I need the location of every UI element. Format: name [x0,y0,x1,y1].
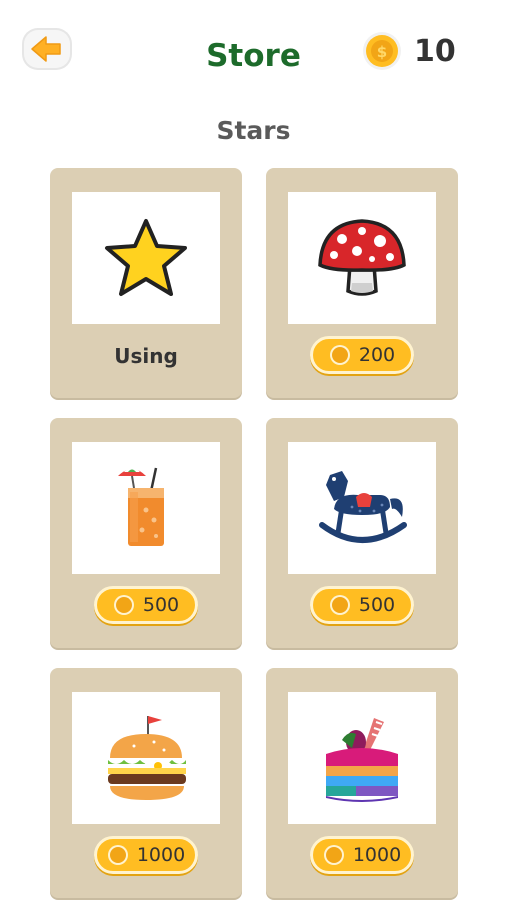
item-image [72,442,220,574]
coin-icon [323,845,344,865]
coin-icon [113,595,134,615]
coin-icon [107,845,128,865]
item-image [288,442,436,574]
mushroom-icon [318,219,406,296]
header: Store $ 10 [0,0,507,110]
buy-button[interactable]: 200 [310,336,414,374]
coin-icon: $ [363,32,401,70]
buy-button[interactable]: 1000 [310,836,414,874]
item-price: 1000 [136,844,186,866]
coin-icon [329,595,350,615]
item-price: 1000 [352,844,402,866]
star-icon [105,219,187,296]
store-item-mushroom[interactable]: 200 [266,168,458,398]
coin-icon [329,345,350,365]
store-item-juice[interactable]: 500 [50,418,242,648]
item-image [288,692,436,824]
burger-icon [108,716,186,800]
item-image [288,192,436,324]
buy-button[interactable]: 1000 [94,836,198,874]
coin-count: 10 [414,33,456,69]
item-image [72,192,220,324]
section-title: Stars [216,116,291,145]
juice-icon [118,467,164,546]
item-price: 200 [358,344,396,366]
rocking-horse-icon [319,471,407,543]
store-item-rocking-horse[interactable]: 500 [266,418,458,648]
buy-button[interactable]: 500 [94,586,198,624]
store-item-cake[interactable]: 1000 [266,668,458,898]
store-item-burger[interactable]: 1000 [50,668,242,898]
cake-icon [326,718,398,802]
store-grid: Using 200 500 500 1000 1000 [50,168,460,898]
buy-button[interactable]: 500 [310,586,414,624]
svg-text:$: $ [377,43,387,61]
item-status: Using [114,344,178,368]
item-price: 500 [142,594,180,616]
coin-balance: $ 10 [362,28,456,74]
store-item-star[interactable]: Using [50,168,242,398]
item-image [72,692,220,824]
item-price: 500 [358,594,396,616]
